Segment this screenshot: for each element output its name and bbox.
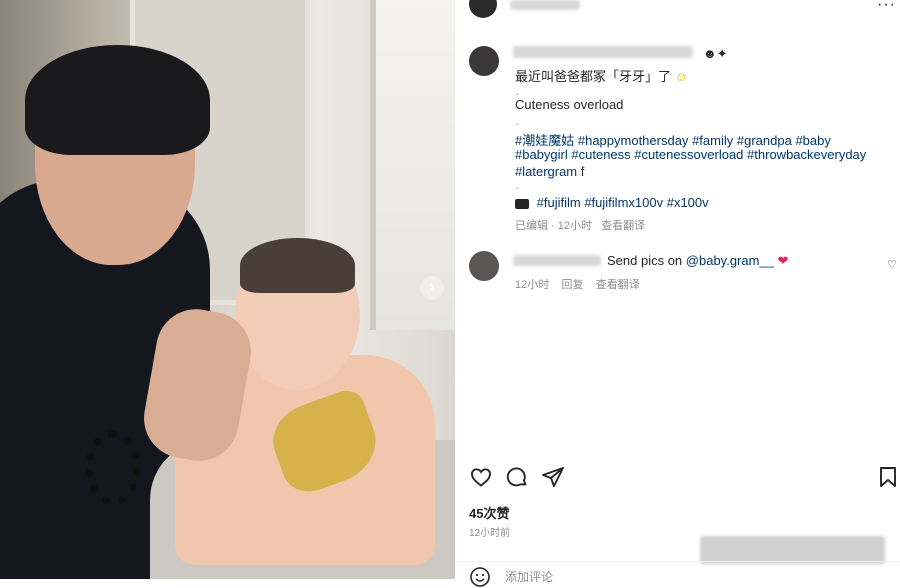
hashtag[interactable]: #happymothersday [578,133,689,148]
comment-like-heart-icon[interactable]: ♡ [887,258,897,271]
hashtag[interactable]: #throwbackeveryday [747,147,866,162]
hashtag-row-3: #latergram f [515,164,584,179]
hashtag[interactable]: #潮娃魔姑 [515,133,574,148]
hashtag[interactable]: #x100v [667,195,709,210]
hashtag[interactable]: #babygirl [515,147,568,162]
see-translation-link[interactable]: 查看翻译 [596,279,640,291]
caption-username-blurred[interactable] [513,46,693,58]
hashtag[interactable]: #baby [795,133,830,148]
chevron-right-icon[interactable]: › [420,276,444,300]
hashtag[interactable]: #fujifilm [537,195,581,210]
bookmark-icon[interactable] [877,465,899,489]
bead-bracelet [85,430,141,506]
caption-line2: Cuteness overload [515,97,624,112]
comment-time: 12小时 [515,279,550,291]
author-name-blurred[interactable] [510,0,580,10]
emoji-icon: ☻✦ [703,46,728,61]
hashtag[interactable]: #cuteness [571,147,630,162]
mention-link[interactable]: @baby.gram__ [686,253,774,268]
caption-time: 已编辑 · 12小时 [515,220,593,232]
caption-line1: 最近叫爸爸都冢「牙牙」了 ☺ [515,69,688,84]
see-translation-link[interactable]: 查看翻译 [601,220,645,232]
comment-meta: 12小时 回复 查看翻译 [515,276,640,292]
heart-emoji-icon: ❤ [777,253,789,268]
heart-icon[interactable] [469,465,493,489]
camera-icon [515,198,529,209]
watermark-blurred [700,536,885,564]
commenter-avatar[interactable] [469,251,499,281]
divider [455,561,900,562]
caption-avatar[interactable] [469,46,499,76]
hashtag[interactable]: #grandpa [737,133,792,148]
share-icon[interactable] [541,465,565,489]
caption-dot: · [515,180,520,195]
post-sidebar: ··· ☻✦ 最近叫爸爸都冢「牙牙」了 ☺ · Cuteness overloa… [455,0,900,587]
camera-tags: #fujifilm #fujifilmx100v #x100v [515,195,709,210]
comment-icon[interactable] [505,465,529,489]
post-time: 12小时前 [469,528,511,539]
caption-meta: 已编辑 · 12小时 查看翻译 [515,217,645,233]
hashtag-row-2: #babygirl #cuteness #cutenessoverload #t… [515,147,866,162]
hashtag[interactable]: #family [692,133,733,148]
add-comment-input[interactable]: 添加评论 [505,568,553,585]
grin-emoji-icon: ☺ [674,69,688,84]
author-avatar[interactable] [469,0,497,18]
hashtag-suffix: f [580,164,585,179]
caption-dot: · [515,116,520,131]
baby-hair [240,238,355,293]
window-background [370,0,455,330]
emoji-picker-icon[interactable] [469,566,491,588]
hashtag[interactable]: #latergram [515,164,577,179]
grandpa-hair [25,45,210,155]
more-icon[interactable]: ··· [877,0,896,14]
commenter-name-blurred[interactable] [513,255,601,266]
post-photo[interactable]: › [0,0,455,579]
hashtag[interactable]: #fujifilmx100v [584,195,663,210]
likes-count[interactable]: 45次赞 [469,503,509,522]
reply-button[interactable]: 回复 [561,279,583,291]
hashtag[interactable]: #cutenessoverload [634,147,743,162]
comment-text: Send pics on @baby.gram__ ❤ [607,253,789,268]
